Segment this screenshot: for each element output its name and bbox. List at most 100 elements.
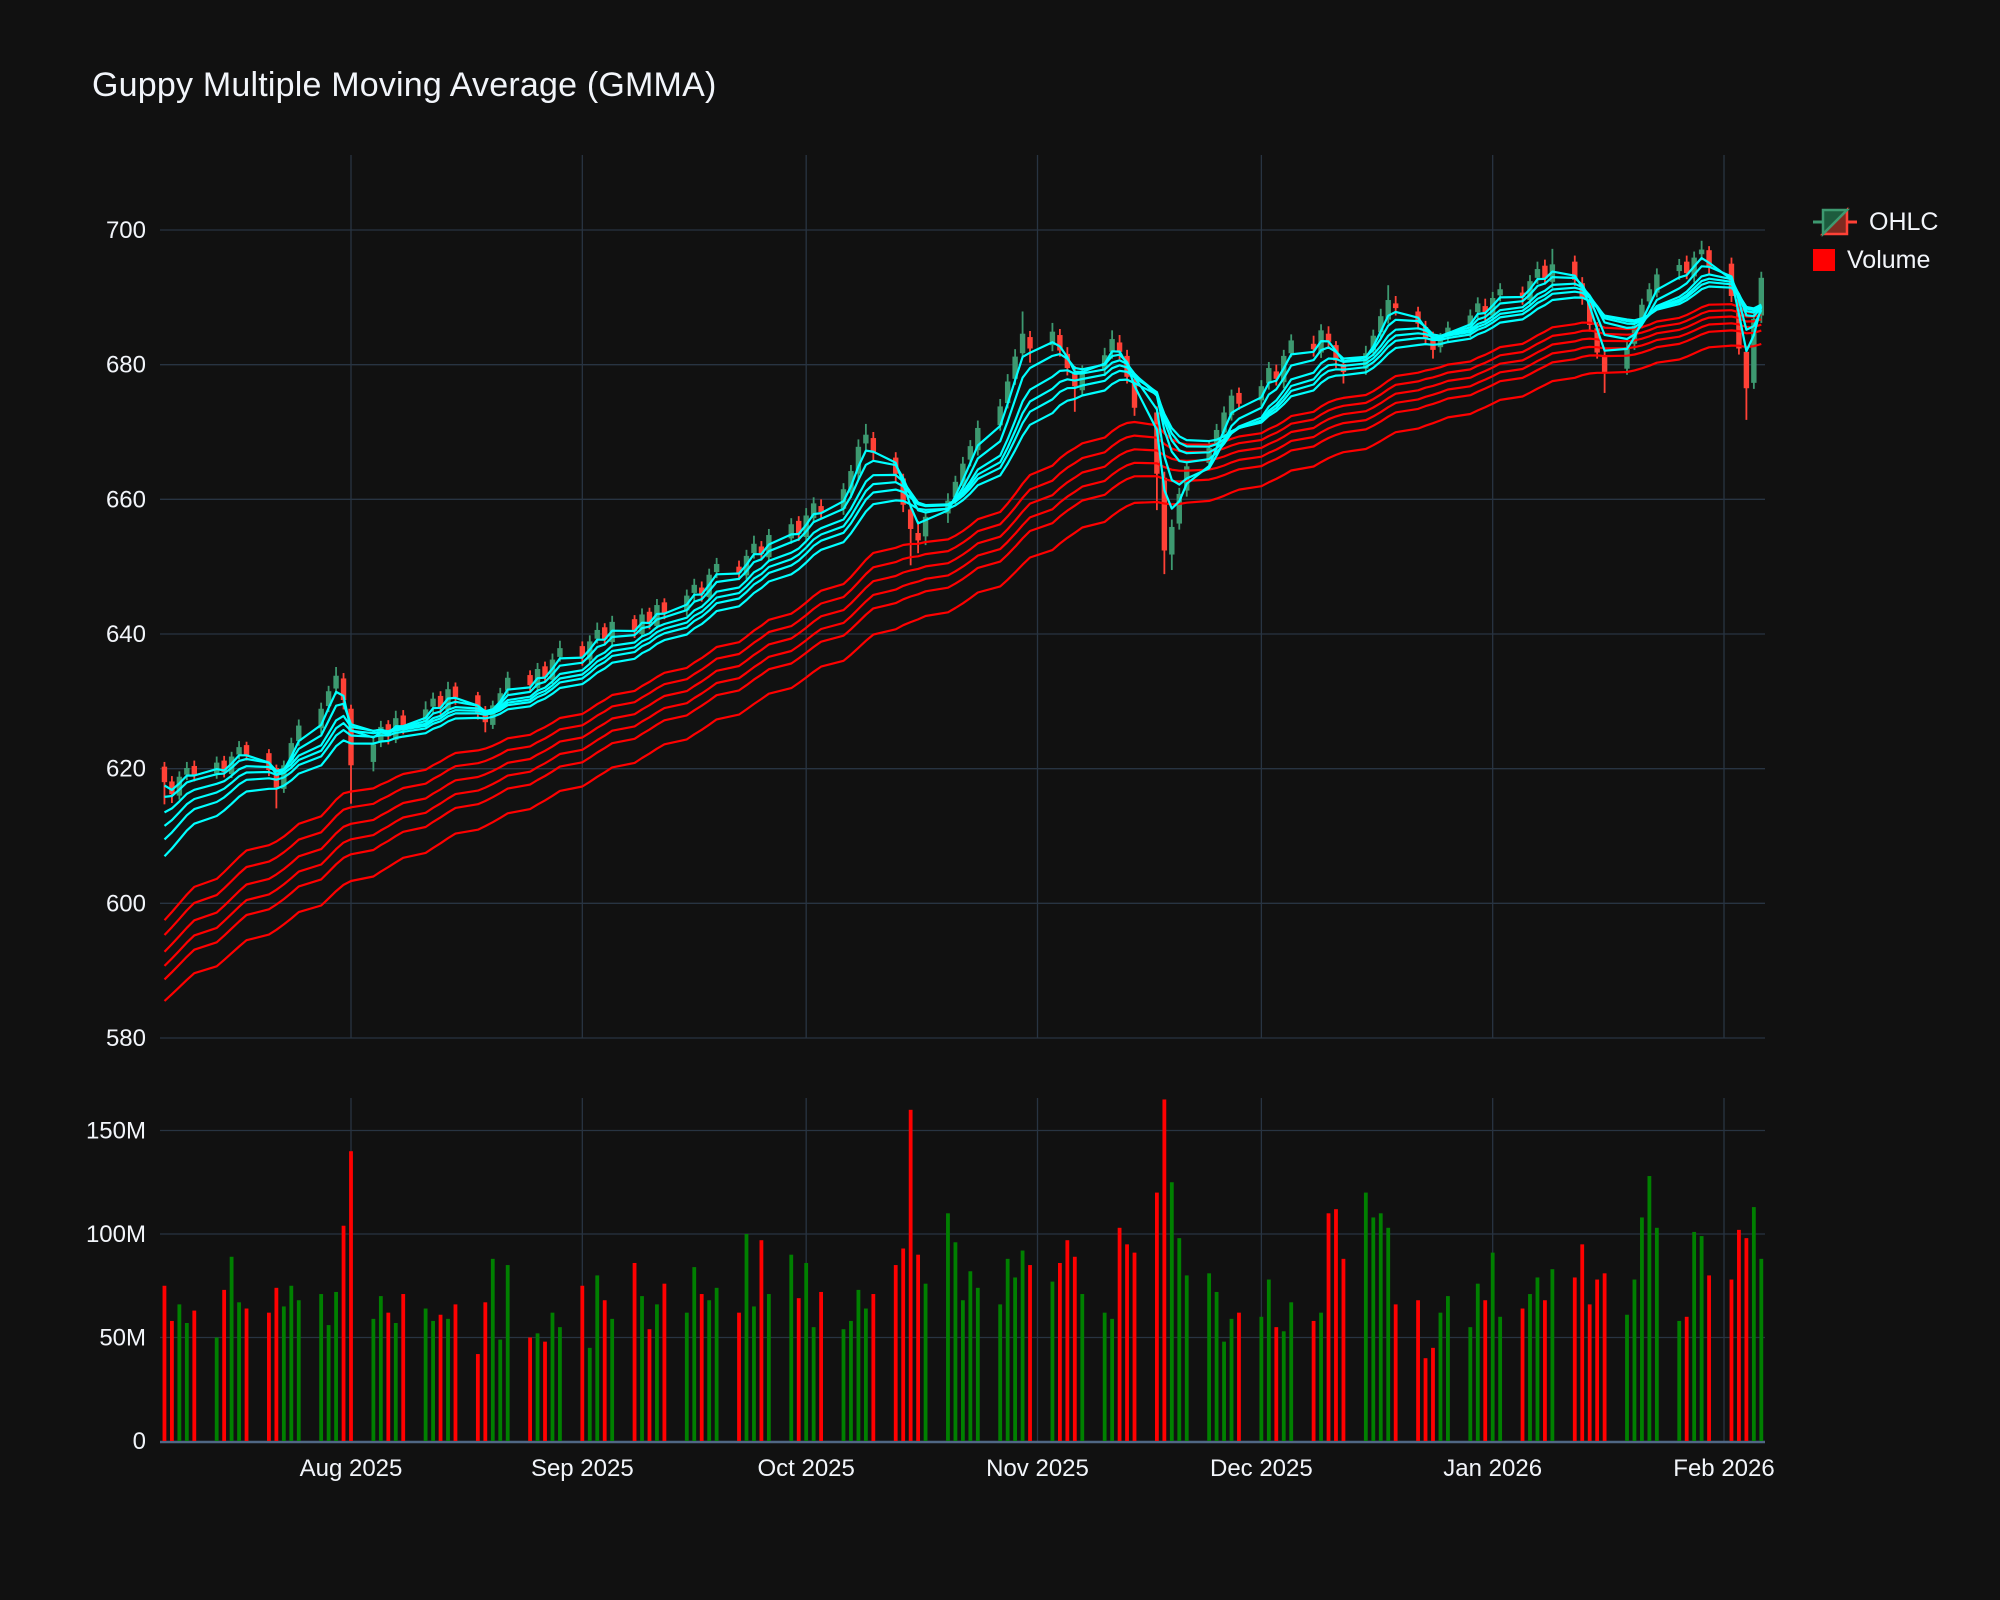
volume-bar <box>184 1323 189 1441</box>
volume-bar <box>1378 1213 1383 1441</box>
legend-item-ohlc[interactable]: OHLC <box>1813 204 1938 240</box>
volume-bar <box>766 1294 771 1441</box>
volume-bar <box>1692 1231 1697 1441</box>
volume-bar <box>1154 1192 1159 1441</box>
volume-bar <box>595 1275 600 1441</box>
volume-bar <box>849 1320 853 1441</box>
candle-body <box>915 532 921 541</box>
ohlc-candle-icon <box>1813 206 1857 238</box>
x-tick-label: Sep 2025 <box>531 1455 634 1482</box>
volume-bar <box>1423 1358 1428 1441</box>
volume-bar <box>1050 1281 1055 1441</box>
price-plot-area[interactable] <box>160 155 1765 1038</box>
volume-bar <box>699 1294 704 1441</box>
volume-bar <box>1281 1331 1286 1441</box>
volume-bar <box>707 1300 712 1441</box>
volume-bar <box>371 1318 376 1441</box>
volume-bar <box>789 1254 794 1441</box>
candle-body <box>430 698 436 707</box>
volume-bar <box>1117 1227 1122 1441</box>
volume-bar <box>1207 1273 1212 1441</box>
volume-bar <box>587 1347 592 1441</box>
volume-bar <box>1057 1262 1062 1441</box>
volume-bar <box>170 1320 174 1441</box>
volume-bar <box>1020 1250 1025 1441</box>
volume-bar <box>289 1285 294 1441</box>
volume-bar <box>1028 1265 1032 1441</box>
volume-bar <box>1334 1209 1338 1441</box>
candle-body <box>1534 269 1541 278</box>
volume-bar <box>393 1323 398 1441</box>
volume-bar <box>610 1318 615 1441</box>
volume-bar <box>744 1234 749 1441</box>
x-tick-label: Dec 2025 <box>1210 1455 1313 1482</box>
candle-body <box>594 629 600 639</box>
volume-bar <box>893 1265 898 1441</box>
volume-bar <box>1625 1314 1629 1441</box>
candle-body <box>236 747 242 755</box>
volume-bar <box>1647 1176 1652 1441</box>
volume-bar <box>998 1304 1003 1441</box>
gmma-chart-window: 580 600 620 640 660 680 700 0 50M 100M 150M Aug 202… <box>0 0 2000 1600</box>
volume-bar <box>960 1300 965 1441</box>
volume-bar <box>1707 1275 1711 1441</box>
candle-body <box>184 767 190 775</box>
volume-bar <box>244 1308 249 1441</box>
gmma-chart: 580 600 620 640 660 680 700 0 50M 100M 150M Aug 202… <box>86 155 1775 1482</box>
volume-bar <box>431 1320 435 1441</box>
volume-bar <box>1737 1229 1741 1441</box>
volume-bar <box>222 1289 227 1441</box>
volume-bar <box>1214 1291 1219 1441</box>
volume-bar <box>558 1327 562 1441</box>
volume-bar <box>1751 1207 1756 1441</box>
volume-tick-label: 150M <box>86 1118 146 1145</box>
x-tick-label: Jan 2026 <box>1443 1455 1542 1482</box>
volume-swatch-icon <box>1813 249 1835 271</box>
volume-bar <box>759 1240 764 1441</box>
volume-bar <box>1490 1252 1495 1441</box>
volume-bar <box>528 1337 532 1441</box>
volume-bar <box>752 1306 756 1441</box>
x-tick-label: Feb 2026 <box>1673 1455 1774 1482</box>
volume-bar <box>326 1325 331 1441</box>
price-tick-label: 600 <box>106 890 146 917</box>
volume-bar <box>1125 1244 1129 1441</box>
volume-bar <box>1371 1217 1376 1441</box>
volume-bar <box>267 1312 271 1441</box>
volume-bar <box>863 1308 868 1441</box>
volume-bar <box>498 1339 503 1441</box>
volume-bar <box>1744 1238 1749 1441</box>
volume-bar <box>341 1225 346 1441</box>
volume-bar <box>796 1298 801 1441</box>
volume-bar <box>1274 1327 1279 1441</box>
volume-bar <box>1572 1277 1577 1441</box>
candle-body <box>661 602 668 614</box>
volume-bar <box>401 1294 406 1441</box>
volume-bar <box>640 1296 644 1441</box>
candle-body <box>1601 355 1608 373</box>
candle-body <box>1079 372 1085 391</box>
volume-bar <box>1065 1240 1070 1441</box>
legend-item-volume[interactable]: Volume <box>1813 242 1938 278</box>
candle-body <box>1698 249 1705 255</box>
volume-bar <box>1177 1238 1182 1441</box>
volume-bar <box>1386 1227 1391 1441</box>
volume-bar <box>505 1265 510 1441</box>
volume-bar <box>1162 1099 1167 1441</box>
volume-bar <box>684 1312 689 1441</box>
volume-bar <box>1632 1279 1637 1441</box>
price-tick-label: 660 <box>106 486 146 513</box>
volume-bar <box>632 1262 637 1441</box>
volume-bar <box>1289 1302 1294 1441</box>
volume-bar <box>349 1151 353 1441</box>
volume-bar <box>1311 1320 1316 1441</box>
price-tick-label: 620 <box>106 756 146 783</box>
candle-body <box>1019 333 1026 354</box>
volume-bar <box>946 1213 950 1441</box>
volume-bar <box>1438 1312 1443 1441</box>
volume-bar <box>483 1302 488 1441</box>
volume-bar <box>1110 1318 1115 1441</box>
candle-body <box>1676 265 1682 272</box>
legend-label-ohlc: OHLC <box>1869 207 1939 236</box>
volume-bar <box>438 1314 443 1441</box>
